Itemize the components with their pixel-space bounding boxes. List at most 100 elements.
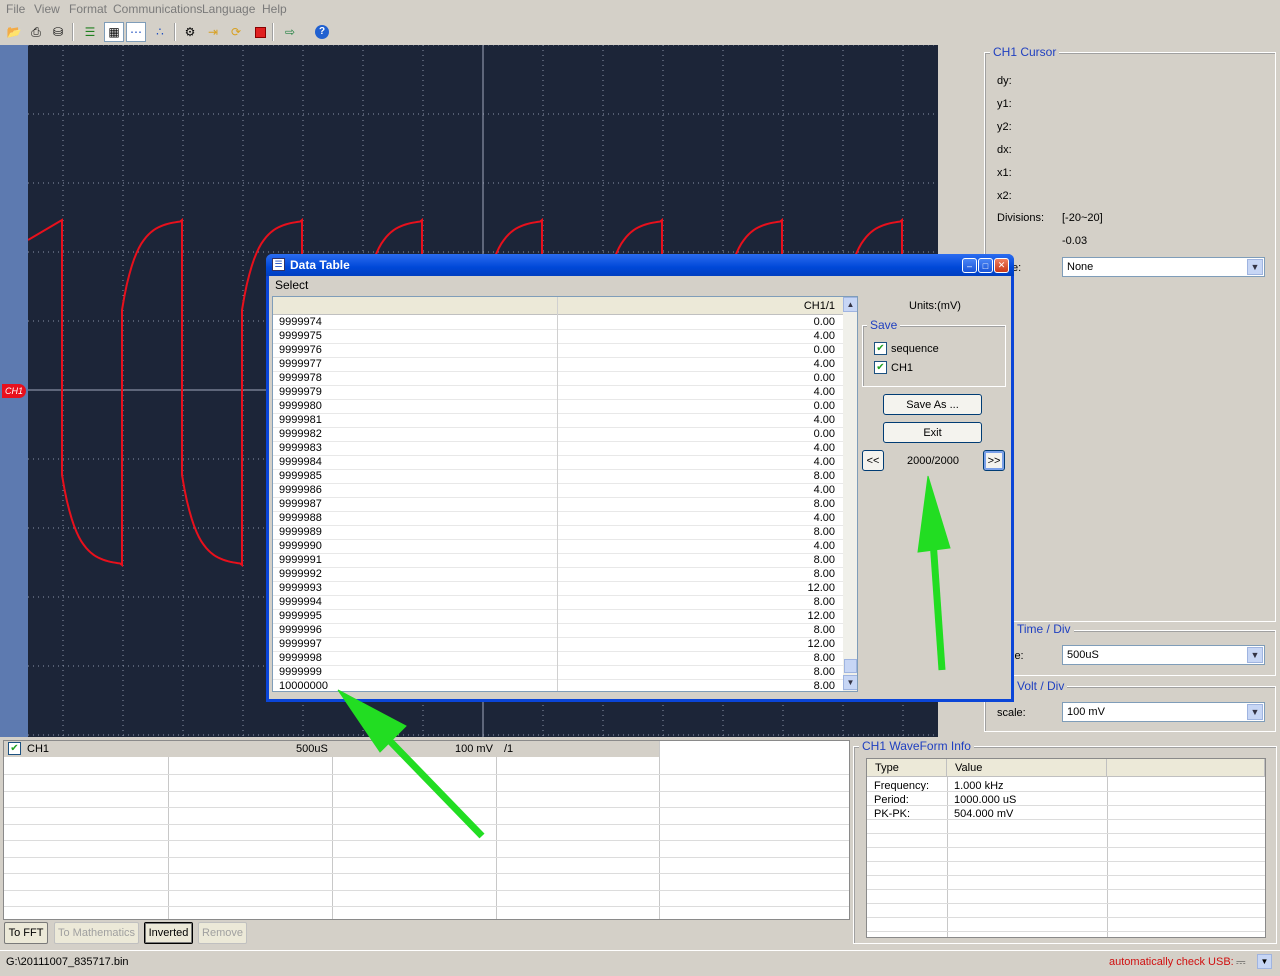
row-sequence: 9999995 (279, 610, 322, 622)
row-value: 4.00 (813, 386, 835, 398)
chevron-down-icon: ▼ (1247, 259, 1263, 275)
table-row[interactable]: 9999983 4.00 (273, 442, 843, 456)
table-row[interactable]: 9999988 4.00 (273, 512, 843, 526)
table-scrollbar[interactable]: ▲ ▼ (843, 297, 857, 691)
minimize-icon[interactable]: – (962, 258, 977, 273)
exit-button[interactable]: Exit (883, 422, 982, 443)
row-sequence: 9999987 (279, 498, 322, 510)
table-row[interactable]: 9999997 12.00 (273, 638, 843, 652)
row-sequence: 9999983 (279, 442, 322, 454)
table-row[interactable]: 9999985 8.00 (273, 470, 843, 484)
row-value: 0.00 (813, 400, 835, 412)
table-row[interactable]: 9999976 0.00 (273, 344, 843, 358)
help-icon[interactable]: ? (312, 22, 332, 42)
row-sequence: 9999977 (279, 358, 322, 370)
cursor-type-select[interactable]: None ▼ (1062, 257, 1265, 277)
ch1-level-marker[interactable]: CH1 (2, 384, 26, 398)
table-row[interactable]: 9999982 0.00 (273, 428, 843, 442)
menu-select[interactable]: Select (275, 278, 308, 292)
row-value: 8.00 (813, 470, 835, 482)
print-preview-icon[interactable]: ⛁ (48, 22, 68, 42)
row-value: 4.00 (813, 358, 835, 370)
row-sequence: 9999975 (279, 330, 322, 342)
y1-label: y1: (997, 98, 1012, 110)
table-row[interactable]: 9999992 8.00 (273, 568, 843, 582)
list-icon[interactable]: ☰ (80, 22, 100, 42)
menu-view[interactable]: View (34, 2, 60, 16)
row-value: 8.00 (813, 554, 835, 566)
scatter-icon[interactable]: ∴ (150, 22, 170, 42)
prev-page-button[interactable]: << (862, 450, 884, 471)
column-header-ch1[interactable]: CH1/1 (804, 300, 835, 312)
stop-icon[interactable] (250, 22, 270, 42)
grid-icon[interactable]: ▦ (104, 22, 124, 42)
y2-label: y2: (997, 121, 1012, 133)
row-sequence: 9999979 (279, 386, 322, 398)
table-row[interactable]: 9999994 8.00 (273, 596, 843, 610)
dialog-titlebar[interactable]: ☰ Data Table – □ ✕ (266, 254, 1014, 276)
row-value: 12.00 (807, 638, 835, 650)
table-row[interactable]: 9999984 4.00 (273, 456, 843, 470)
settings-icon[interactable]: ⚙ (180, 22, 200, 42)
table-row[interactable]: 9999980 0.00 (273, 400, 843, 414)
row-sequence: 9999982 (279, 428, 322, 440)
table-row[interactable]: 9999975 4.00 (273, 330, 843, 344)
save-as-button[interactable]: Save As ... (883, 394, 982, 415)
table-row[interactable]: 9999978 0.00 (273, 372, 843, 386)
table-row[interactable]: 9999977 4.00 (273, 358, 843, 372)
table-row[interactable]: 9999981 4.00 (273, 414, 843, 428)
table-row[interactable]: 9999996 8.00 (273, 624, 843, 638)
table-row[interactable]: 9999995 12.00 (273, 610, 843, 624)
time-div-title: Time / Div (1014, 622, 1074, 636)
scroll-down-icon[interactable]: ▼ (843, 675, 857, 690)
close-icon[interactable]: ✕ (994, 258, 1009, 273)
export-icon[interactable]: ⇨ (280, 22, 300, 42)
menu-communications[interactable]: Communications (113, 2, 202, 16)
table-row[interactable]: 9999979 4.00 (273, 386, 843, 400)
scroll-up-icon[interactable]: ▲ (843, 297, 857, 312)
import-icon[interactable]: ⇥ (203, 22, 223, 42)
row-sequence: 9999993 (279, 582, 322, 594)
table-row[interactable]: 9999999 8.00 (273, 666, 843, 680)
channel-row[interactable]: ✔ CH1 500uS 100 mV /1 (4, 741, 659, 757)
save-sequence-checkbox[interactable]: ✔ (874, 342, 887, 355)
row-value: 8.00 (813, 680, 835, 692)
ch1-visible-checkbox[interactable]: ✔ (8, 742, 21, 755)
menu-help[interactable]: Help (262, 2, 287, 16)
to-mathematics-button[interactable]: To Mathematics (54, 922, 139, 944)
print-icon[interactable]: ⎙ (26, 22, 46, 42)
maximize-icon[interactable]: □ (978, 258, 993, 273)
next-page-button[interactable]: >> (983, 450, 1005, 471)
to-fft-button[interactable]: To FFT (4, 922, 48, 944)
row-sequence: 9999988 (279, 512, 322, 524)
dots-icon[interactable]: ⋯ (126, 22, 146, 42)
table-row[interactable]: 9999986 4.00 (273, 484, 843, 498)
menu-file[interactable]: File (6, 2, 25, 16)
row-value: 4.00 (813, 512, 835, 524)
scroll-thumb[interactable] (844, 659, 857, 673)
data-table[interactable]: CH1/1 9999974 0.00 9999975 4.00 9999976 0.00 9… (272, 296, 858, 692)
open-folder-icon[interactable]: 📂 (4, 22, 24, 42)
table-row[interactable]: 9999989 8.00 (273, 526, 843, 540)
wf-header-type: Type (867, 759, 947, 777)
table-row[interactable]: 9999987 8.00 (273, 498, 843, 512)
table-row[interactable]: 10000000 8.00 (273, 680, 843, 692)
table-row[interactable]: 9999990 4.00 (273, 540, 843, 554)
dialog-body: Select CH1/1 9999974 0.00 9999975 4.00 99999… (269, 276, 1011, 699)
remove-button[interactable]: Remove (198, 922, 247, 944)
volt-div-select[interactable]: 100 mV ▼ (1062, 702, 1265, 722)
table-row[interactable]: 9999991 8.00 (273, 554, 843, 568)
usb-dropdown-icon[interactable]: ▼ (1257, 954, 1272, 969)
save-ch1-checkbox[interactable]: ✔ (874, 361, 887, 374)
time-div-select[interactable]: 500uS ▼ (1062, 645, 1265, 665)
chevron-down-icon: ▼ (1247, 647, 1263, 663)
table-row[interactable]: 9999993 12.00 (273, 582, 843, 596)
table-row[interactable]: 9999974 0.00 (273, 316, 843, 330)
refresh-icon[interactable]: ⟳ (226, 22, 246, 42)
inverted-button[interactable]: Inverted (144, 922, 193, 944)
menu-format[interactable]: Format (69, 2, 107, 16)
menu-language[interactable]: Language (202, 2, 255, 16)
table-row[interactable]: 9999998 8.00 (273, 652, 843, 666)
row-value: 0.00 (813, 428, 835, 440)
usb-icon: ⎓ (1236, 955, 1246, 969)
